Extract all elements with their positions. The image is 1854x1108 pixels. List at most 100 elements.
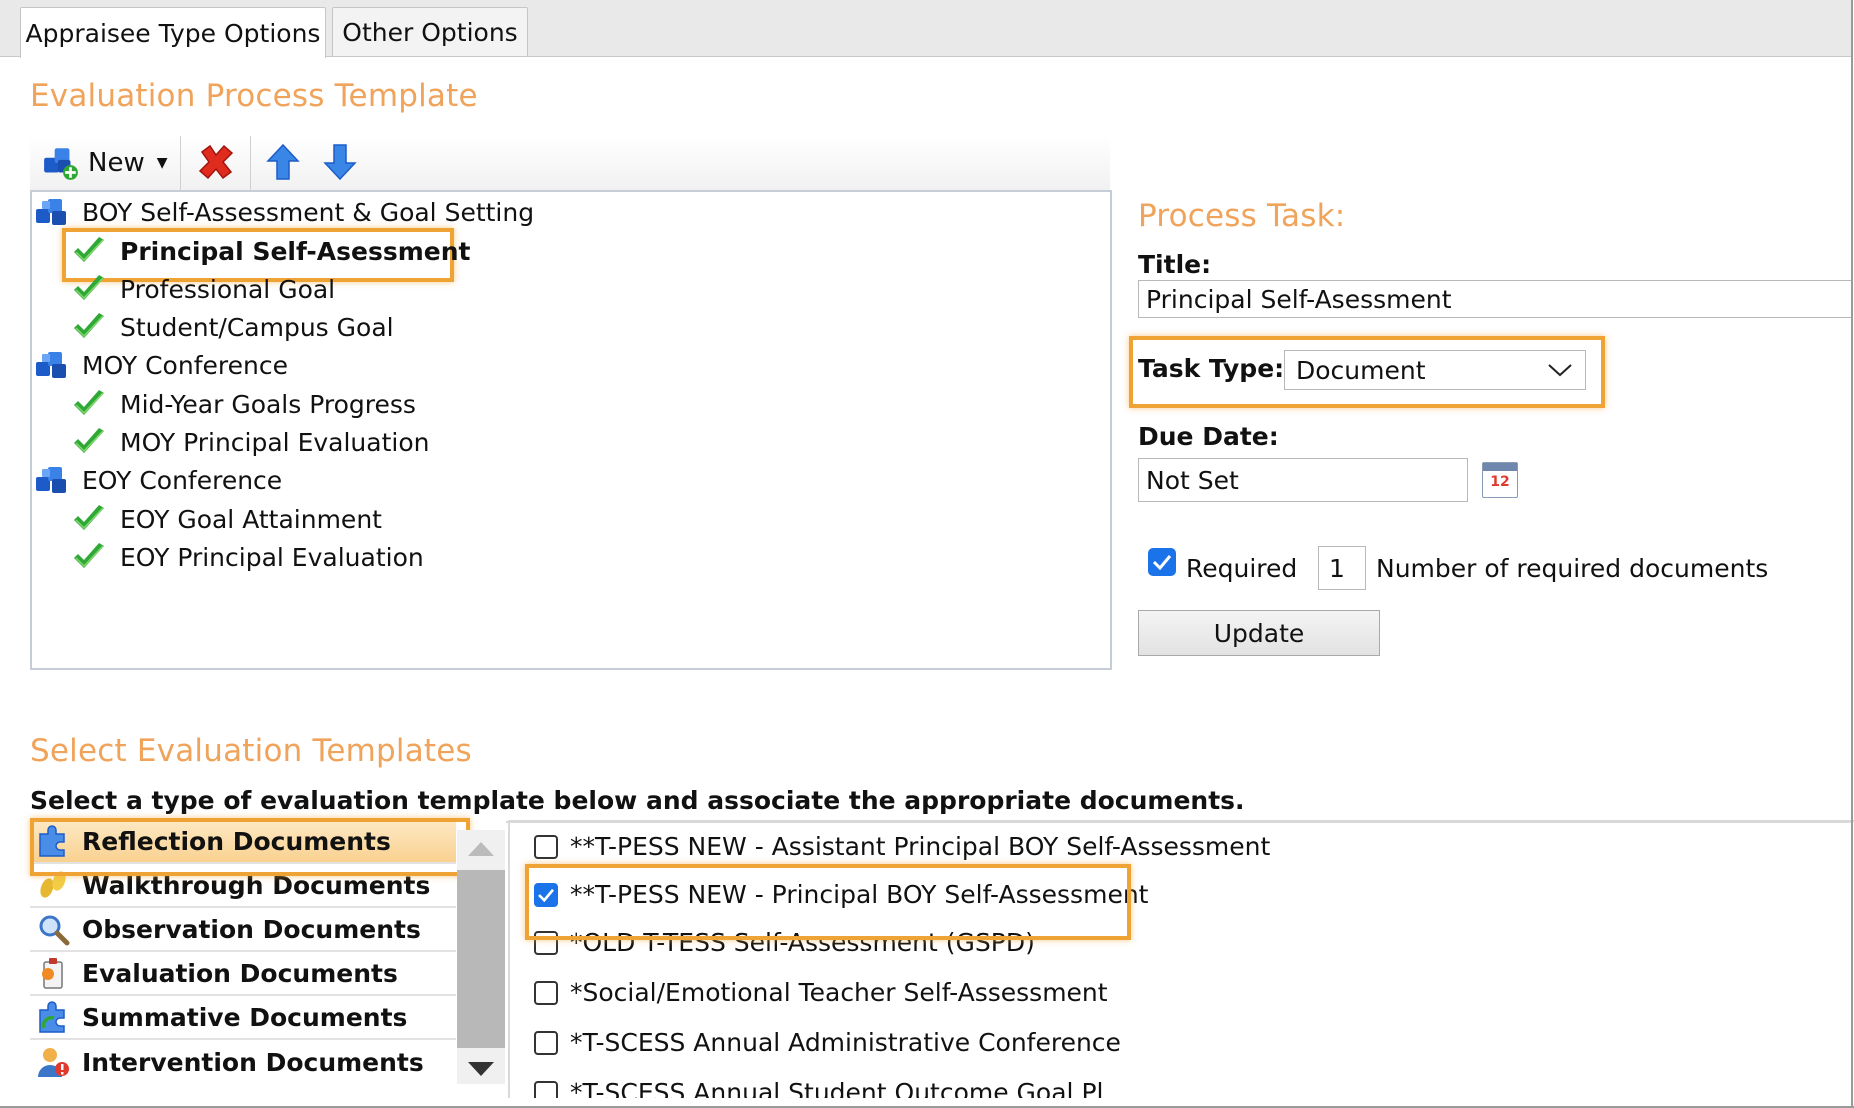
category-label: Observation Documents [82, 914, 421, 944]
documents-panel: **T-PESS NEW - Assistant Principal BOY S… [508, 820, 1854, 1098]
check-icon [72, 312, 106, 342]
tree-group-boy[interactable]: BOY Self-Assessment & Goal Setting [34, 193, 534, 231]
arrow-up-icon [266, 143, 300, 180]
num-required-input[interactable]: 1 [1318, 546, 1366, 590]
delete-x-icon [198, 144, 234, 180]
document-item[interactable]: *T-SCESS Annual Student Outcome Goal Pl [534, 1078, 1103, 1098]
tab-other-options[interactable]: Other Options [332, 7, 528, 56]
arrow-down-icon [323, 144, 357, 181]
document-item[interactable]: **T-PESS NEW - Assistant Principal BOY S… [534, 832, 1270, 861]
category-label: Summative Documents [82, 1002, 408, 1032]
check-icon [72, 504, 106, 534]
tree-item-mid-year-goals[interactable]: Mid-Year Goals Progress [72, 385, 416, 423]
magnifier-icon [39, 915, 70, 946]
required-checkbox[interactable] [1148, 548, 1176, 576]
category-label: Evaluation Documents [82, 958, 398, 988]
move-up-button[interactable] [266, 143, 300, 185]
required-label: Required [1186, 554, 1298, 583]
checkmark-icon [1152, 555, 1172, 570]
scroll-down-arrow-icon[interactable] [468, 1062, 494, 1076]
toolbar-separator [180, 136, 181, 190]
document-checkbox[interactable] [534, 1030, 558, 1055]
tree-item-label: Mid-Year Goals Progress [120, 389, 416, 419]
check-icon [72, 274, 106, 304]
new-button[interactable]: New ▼ [42, 141, 168, 185]
num-required-label: Number of required documents [1376, 554, 1769, 583]
title-input-value: Principal Self-Asessment [1146, 284, 1452, 314]
group-icon [34, 348, 70, 382]
due-date-value: Not Set [1146, 465, 1239, 495]
active-category-highlight [30, 818, 470, 876]
update-button[interactable]: Update [1138, 610, 1380, 656]
num-required-value: 1 [1329, 553, 1345, 583]
calendar-icon [1483, 463, 1517, 471]
document-label: *Social/Emotional Teacher Self-Assessmen… [570, 978, 1108, 1007]
eval-templates-title: Select Evaluation Templates [30, 733, 472, 769]
due-date-input[interactable]: Not Set [1138, 458, 1468, 502]
document-checkbox[interactable] [534, 834, 558, 859]
tree-item-label: MOY Conference [82, 350, 288, 380]
scroll-up-arrow-icon[interactable] [468, 842, 494, 856]
chevron-down-icon: ▼ [156, 155, 168, 171]
category-evaluation-documents[interactable]: Evaluation Documents [30, 952, 456, 996]
task-type-label: Task Type: [1138, 354, 1285, 383]
group-icon [34, 195, 70, 229]
new-button-label: New [88, 148, 145, 178]
toolbar-separator [250, 136, 251, 190]
tree-item-label: EOY Goal Attainment [120, 504, 382, 534]
group-icon [34, 463, 70, 497]
calendar-day: 12 [1490, 474, 1510, 490]
check-icon [72, 542, 106, 572]
check-icon [72, 236, 106, 266]
eval-templates-instruction: Select a type of evaluation template bel… [30, 786, 1245, 815]
document-label: *T-SCESS Annual Student Outcome Goal Pl [570, 1078, 1104, 1098]
scrollbar-thumb[interactable] [457, 870, 505, 1048]
update-button-label: Update [1213, 618, 1305, 648]
tree-item-label: MOY Principal Evaluation [120, 427, 430, 457]
puzzle-recycle-icon [39, 1001, 65, 1033]
document-label: *T-SCESS Annual Administrative Conferenc… [570, 1028, 1121, 1057]
tree-item-moy-principal-evaluation[interactable]: MOY Principal Evaluation [72, 423, 430, 461]
document-item[interactable]: *T-SCESS Annual Administrative Conferenc… [534, 1028, 1121, 1057]
tree-item-student-campus-goal[interactable]: Student/Campus Goal [72, 308, 394, 346]
process-task-heading: Process Task: [1138, 198, 1346, 234]
tree-item-eoy-goal-attainment[interactable]: EOY Goal Attainment [72, 500, 382, 538]
category-intervention-documents[interactable]: Intervention Documents [30, 1040, 456, 1084]
category-observation-documents[interactable]: Observation Documents [30, 908, 456, 952]
document-label: **T-PESS NEW - Assistant Principal BOY S… [570, 832, 1271, 861]
category-summative-documents[interactable]: Summative Documents [30, 996, 456, 1040]
user-alert-icon [38, 1048, 69, 1077]
title-label: Title: [1138, 250, 1212, 279]
tree-item-label: Professional Goal [120, 274, 336, 304]
move-down-button[interactable] [323, 143, 357, 185]
checked-document-highlight [525, 864, 1131, 940]
document-checkbox[interactable] [534, 1080, 558, 1098]
tree-item-label: EOY Conference [82, 465, 283, 495]
tree-group-eoy[interactable]: EOY Conference [34, 461, 282, 499]
frame-border [1851, 0, 1853, 1108]
tree-item-eoy-principal-evaluation[interactable]: EOY Principal Evaluation [72, 538, 424, 576]
check-icon [72, 389, 106, 419]
add-cube-icon [42, 145, 80, 181]
document-checkbox[interactable] [534, 980, 558, 1005]
category-label: Intervention Documents [82, 1047, 424, 1077]
tree-item-label: Student/Campus Goal [120, 312, 394, 342]
title-input[interactable]: Principal Self-Asessment [1138, 280, 1852, 318]
tree-item-principal-self-assessment[interactable]: Principal Self-Asessment [72, 232, 471, 270]
check-icon [72, 427, 106, 457]
task-type-select[interactable]: Document [1284, 350, 1586, 390]
tab-appraisee-type-options[interactable]: Appraisee Type Options [20, 7, 326, 58]
tree-item-professional-goal[interactable]: Professional Goal [72, 270, 335, 308]
tab-label: Appraisee Type Options [25, 18, 321, 48]
document-item[interactable]: *Social/Emotional Teacher Self-Assessmen… [534, 978, 1108, 1007]
tree-group-moy[interactable]: MOY Conference [34, 346, 288, 384]
chevron-down-icon [1548, 364, 1572, 377]
clipboard-icon [42, 958, 63, 989]
tab-label: Other Options [342, 17, 518, 47]
calendar-button[interactable]: 12 [1482, 462, 1518, 498]
process-toolbar [30, 136, 1110, 190]
tree-item-label: Principal Self-Asessment [120, 236, 471, 266]
tree-item-label: EOY Principal Evaluation [120, 542, 424, 572]
delete-button[interactable] [196, 142, 236, 186]
tree-item-label: BOY Self-Assessment & Goal Setting [82, 197, 535, 227]
